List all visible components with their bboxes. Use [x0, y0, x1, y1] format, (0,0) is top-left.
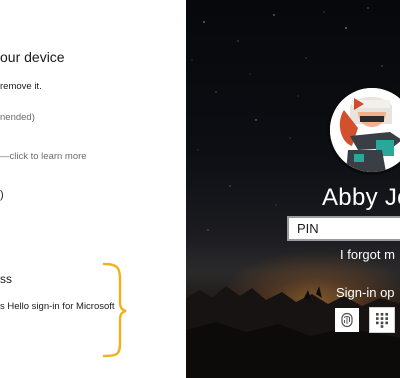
user-name: Abby Jo: [322, 184, 400, 211]
pin-field[interactable]: [287, 216, 400, 241]
lock-screen: Abby Jo I forgot m Sign-in op: [186, 0, 400, 378]
signin-options-link[interactable]: Sign-in op: [336, 285, 395, 300]
pin-keypad-icon: [376, 313, 388, 328]
annotation-bracket: [102, 262, 127, 358]
paren-fragment: ): [0, 189, 4, 201]
forgot-pin-link[interactable]: I forgot m: [340, 247, 395, 262]
windows-hello-signin-text: s Hello sign-in for Microsoft: [0, 301, 115, 312]
remove-device-text: remove it.: [0, 81, 42, 92]
pin-option-button[interactable]: [369, 307, 395, 333]
pin-input[interactable]: [289, 218, 400, 239]
fingerprint-icon: [341, 312, 353, 328]
settings-pane: our device remove it. nended) —click to …: [0, 0, 186, 378]
avatar-illustration: [330, 88, 400, 172]
settings-heading: our device: [0, 49, 65, 65]
section-title: ss: [0, 272, 12, 286]
recommended-text: nended): [0, 112, 35, 123]
fingerprint-option-button[interactable]: [335, 308, 359, 332]
learn-more-link[interactable]: —click to learn more: [0, 151, 87, 162]
